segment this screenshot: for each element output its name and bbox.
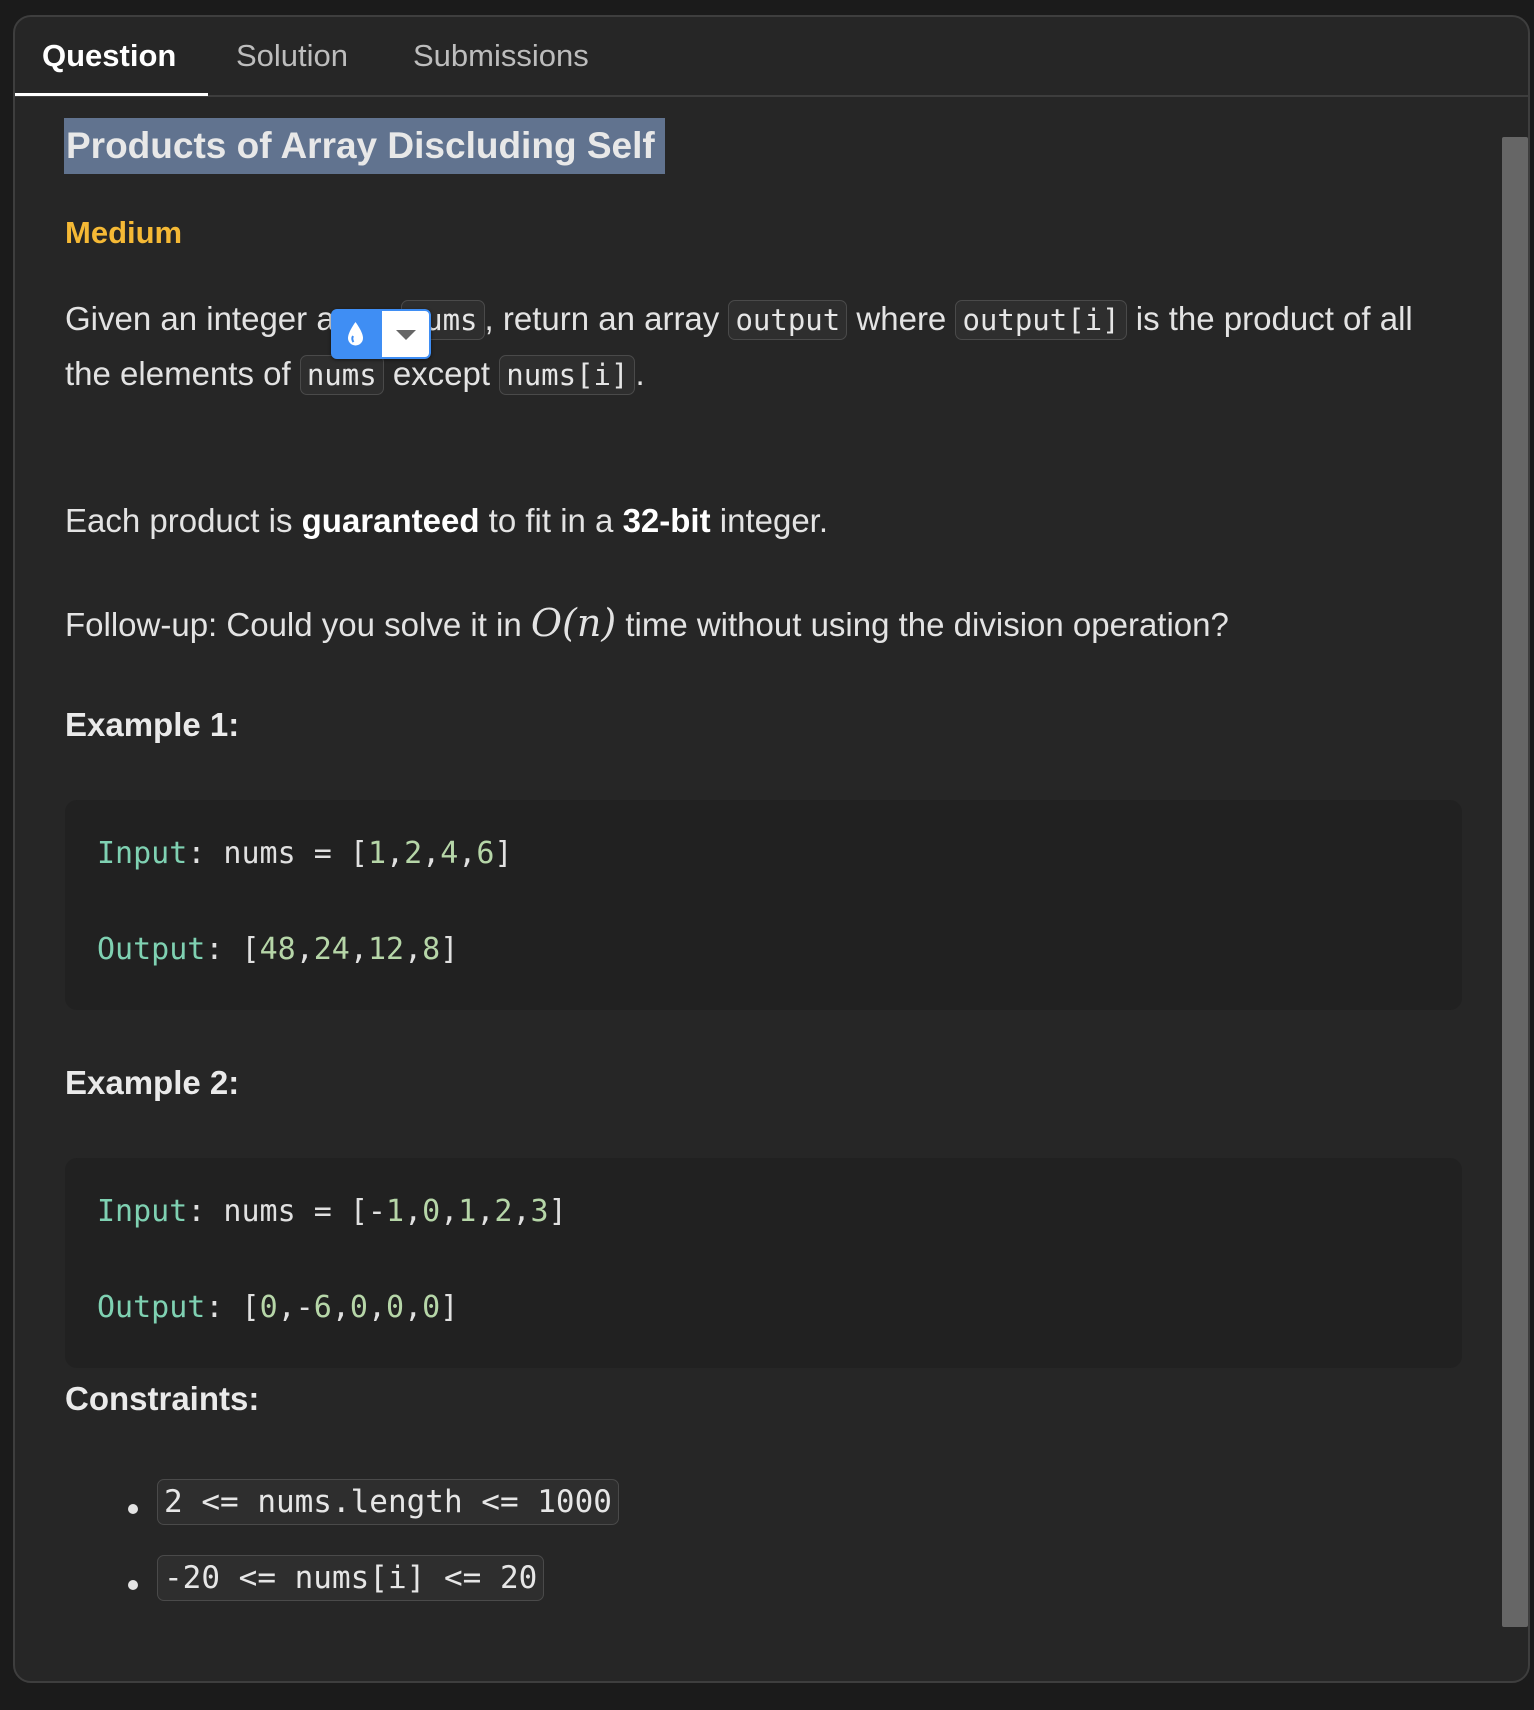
droplet-icon	[348, 322, 363, 346]
bullet-icon	[128, 1580, 138, 1590]
inline-code: output[i]	[955, 300, 1127, 340]
text: time without using the division operatio…	[616, 606, 1229, 643]
text: the elements of	[65, 355, 300, 392]
inline-code: nums[i]	[499, 355, 636, 395]
difficulty-badge: Medium	[65, 215, 183, 250]
math-expression: O(n)	[530, 601, 617, 645]
bold-text: 32-bit	[622, 502, 711, 539]
text: to fit in a	[479, 502, 623, 539]
constraint-code: -20 <= nums[i] <= 20	[157, 1555, 545, 1601]
example-1-code-block: Input: nums = [1,2,4,6] Output: [48,24,1…	[65, 800, 1462, 1010]
caret-down-icon	[396, 330, 416, 340]
bold-text: guaranteed	[301, 502, 480, 539]
example-2-heading: Example 2:	[65, 1064, 240, 1101]
text: .	[635, 355, 645, 392]
text: Follow-up: Could you solve it in	[65, 606, 531, 643]
example-1-input-line: Input: nums = [1,2,4,6]	[97, 836, 512, 871]
text: is the product of all	[1126, 300, 1413, 337]
text: where	[847, 300, 956, 337]
input-value: : nums = [-1,0,1,2,3]	[187, 1194, 567, 1229]
input-label: Input	[97, 836, 188, 871]
problem-title: Products of Array Discluding Self	[64, 118, 665, 174]
tab-solution[interactable]: Solution	[236, 17, 348, 95]
example-2-input-line: Input: nums = [-1,0,1,2,3]	[97, 1194, 567, 1229]
question-panel: Question Solution Submissions Products o…	[13, 15, 1530, 1683]
inline-code: nums	[299, 355, 384, 395]
output-value: : [0,-6,0,0,0]	[205, 1290, 459, 1325]
description-paragraph: Given an integer array nums, return an a…	[65, 292, 1413, 402]
text: , return an array	[484, 300, 729, 337]
text: integer.	[710, 502, 829, 539]
text: Each product is	[65, 502, 302, 539]
example-2-output-line: Output: [0,-6,0,0,0]	[97, 1290, 458, 1325]
tab-question[interactable]: Question	[42, 17, 176, 95]
droplet-button[interactable]	[331, 309, 380, 359]
bullet-icon	[128, 1504, 138, 1514]
inline-code: output	[728, 300, 848, 340]
example-1-heading: Example 1:	[65, 706, 240, 743]
example-1-output-line: Output: [48,24,12,8]	[97, 932, 458, 967]
constraints-heading: Constraints:	[65, 1380, 260, 1417]
vertical-scrollbar[interactable]	[1502, 137, 1528, 1627]
output-value: : [48,24,12,8]	[205, 932, 459, 967]
tab-bar: Question Solution Submissions	[15, 17, 1528, 97]
input-label: Input	[97, 1194, 188, 1229]
problem-content: Products of Array Discluding Self Medium…	[15, 97, 1528, 1681]
active-tab-indicator	[15, 93, 208, 96]
example-2-code-block: Input: nums = [-1,0,1,2,3] Output: [0,-6…	[65, 1158, 1462, 1368]
dropdown-button[interactable]	[380, 309, 431, 359]
text: except	[383, 355, 500, 392]
follow-up-paragraph: Follow-up: Could you solve it in O(n) ti…	[65, 596, 1229, 652]
output-label: Output	[97, 1290, 206, 1325]
output-label: Output	[97, 932, 206, 967]
input-value: : nums = [1,2,4,6]	[187, 836, 513, 871]
floating-selection-widget	[331, 309, 431, 359]
guarantee-paragraph: Each product is guaranteed to fit in a 3…	[65, 494, 828, 548]
tab-submissions[interactable]: Submissions	[413, 17, 589, 95]
constraint-code: 2 <= nums.length <= 1000	[157, 1479, 619, 1525]
